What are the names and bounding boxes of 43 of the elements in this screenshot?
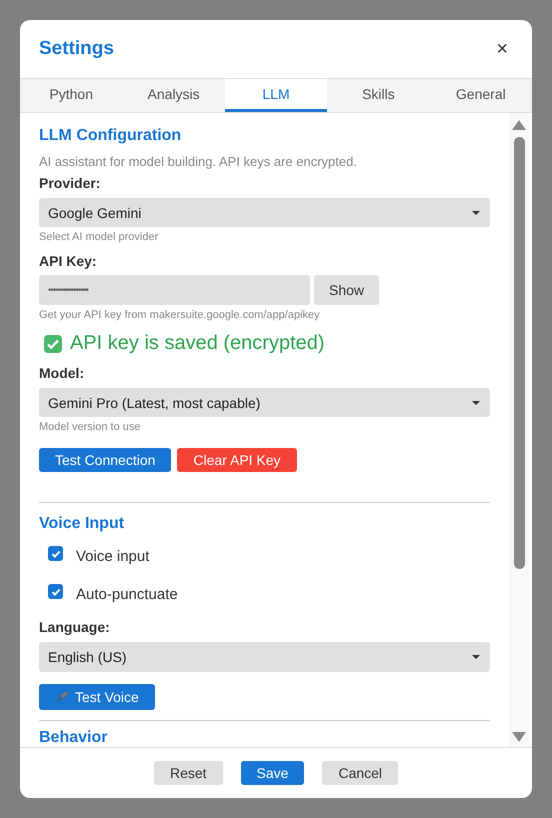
tab[interactable]: LLM — [224, 79, 328, 112]
microphone-icon — [55, 690, 69, 704]
field-label: API Key: — [39, 253, 97, 270]
caret-icon — [472, 655, 480, 660]
field-label: Language: — [39, 619, 110, 636]
dialog-title: Settings — [39, 38, 114, 60]
footer-button[interactable]: Save — [240, 761, 304, 785]
footer-button[interactable]: Cancel — [322, 761, 398, 785]
scroll-up-icon[interactable] — [512, 120, 526, 130]
tab[interactable]: General — [430, 79, 532, 112]
checkbox-label: Auto-punctuate — [76, 586, 178, 604]
test-voice-button[interactable]: Test Voice — [39, 684, 155, 710]
tab[interactable]: Analysis — [122, 79, 225, 112]
close-button[interactable]: × — [496, 38, 508, 60]
show-button[interactable]: Show — [314, 275, 380, 306]
footer-button[interactable]: Reset — [154, 761, 223, 785]
checkbox[interactable] — [48, 584, 63, 600]
field-label: Provider: — [39, 175, 100, 191]
field-label: Model: — [39, 365, 84, 382]
field-hint: Model version to use — [39, 421, 140, 434]
scrollbar-thumb[interactable] — [514, 137, 524, 569]
checkbox-label: Voice input — [76, 548, 150, 566]
provider-select[interactable]: Google Gemini — [39, 198, 490, 228]
check-icon — [43, 334, 63, 354]
api-key-field[interactable]: •••••••••••••••• — [39, 275, 310, 306]
tab[interactable]: Skills — [327, 79, 430, 112]
model-select[interactable]: Gemini Pro (Latest, most capable) — [39, 388, 490, 418]
checkbox[interactable] — [48, 546, 63, 562]
caret-icon — [472, 210, 480, 215]
section-heading: Behavior — [39, 729, 108, 747]
tab[interactable]: Python — [20, 79, 122, 112]
caret-icon — [472, 400, 480, 405]
section-description: AI assistant for model building. API keys are encrypted. — [39, 154, 357, 169]
action-button[interactable]: Test Connection — [39, 448, 172, 472]
action-button[interactable]: Clear API Key — [177, 448, 297, 472]
field-hint: Select AI model provider — [39, 231, 158, 244]
section-heading: LLM Configuration — [39, 127, 182, 145]
status-message: API key is saved (encrypted) — [70, 332, 325, 356]
scrollbar[interactable] — [509, 113, 529, 747]
field-hint: Get your API key from makersuite.google.com/app/apikey — [39, 309, 320, 322]
section-heading: Voice Input — [39, 515, 124, 534]
language-select[interactable]: English (US) — [39, 642, 490, 672]
scroll-down-icon[interactable] — [512, 732, 526, 742]
